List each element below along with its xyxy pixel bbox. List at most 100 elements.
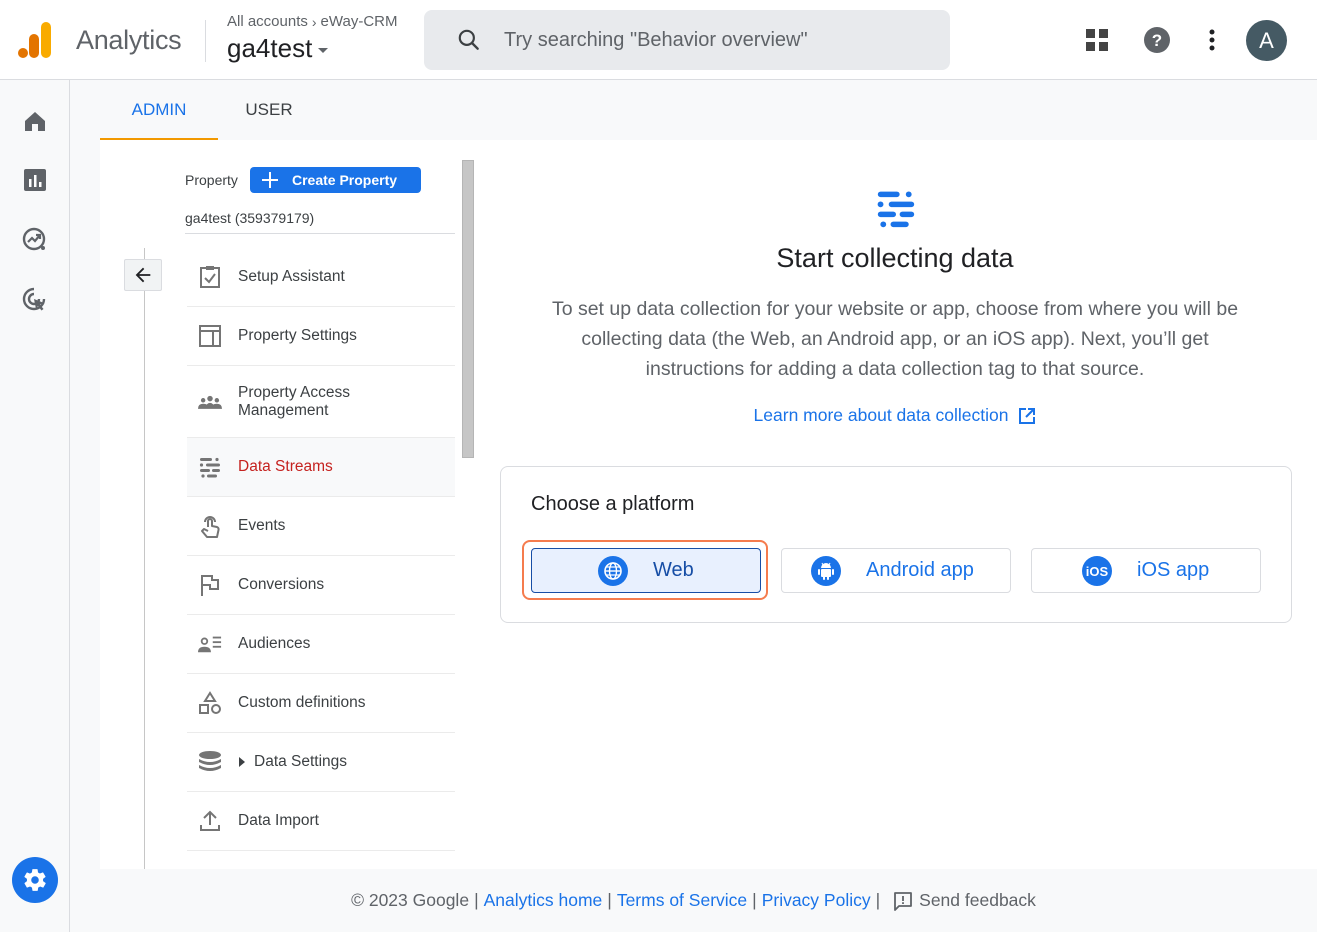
top-bar: Analytics All accounts › eWay-CRM ga4tes… — [0, 0, 1317, 80]
clipboard-check-icon — [198, 265, 222, 289]
platform-web-button[interactable]: Web — [522, 540, 768, 600]
breadcrumb-account[interactable]: eWay-CRM — [321, 13, 398, 30]
tab-admin[interactable]: ADMIN — [100, 80, 218, 140]
database-icon — [198, 750, 222, 774]
plus-icon — [262, 172, 278, 188]
search-icon — [458, 29, 479, 50]
people-icon — [198, 390, 222, 414]
caret-down-icon — [318, 48, 329, 53]
admin-tabs: ADMIN USER — [100, 80, 320, 140]
touch-icon — [198, 514, 222, 538]
footer: © 2023 Google | Analytics home | Terms o… — [0, 869, 1317, 932]
svg-text:iOS: iOS — [1086, 564, 1108, 578]
divider — [185, 233, 455, 234]
selected-property[interactable]: ga4test (359379179) — [185, 210, 314, 226]
learn-more-link[interactable]: Learn more about data collection — [500, 405, 1290, 426]
menu-item-label: Data Streams — [238, 458, 333, 475]
shapes-icon — [198, 691, 222, 715]
privacy-policy-link[interactable]: Privacy Policy — [762, 890, 871, 911]
platform-ios-button[interactable]: iOS iOS app — [1031, 548, 1261, 593]
divider — [205, 20, 206, 62]
tab-user[interactable]: USER — [218, 80, 320, 140]
platform-label: Web — [653, 559, 694, 581]
menu-scrollbar[interactable] — [462, 160, 474, 458]
data-streams-icon — [198, 455, 222, 479]
globe-icon — [598, 555, 628, 586]
menu-item-label: Property Access Management — [238, 383, 350, 419]
menu-item-property-access-management[interactable]: Property Access Management — [187, 366, 455, 438]
help-icon[interactable]: ? — [1141, 24, 1173, 56]
menu-item-label: Audiences — [238, 635, 311, 652]
property-selector[interactable]: ga4test — [227, 33, 329, 64]
menu-item-property-settings[interactable]: Property Settings — [187, 307, 455, 366]
admin-panel: Property Create Property ga4test (359379… — [100, 140, 1317, 869]
separator: | — [474, 890, 479, 910]
expand-triangle-icon[interactable] — [239, 757, 245, 767]
upload-icon — [198, 809, 222, 833]
open-in-new-icon — [1019, 407, 1036, 424]
left-nav-rail — [0, 80, 70, 932]
separator: | — [607, 890, 612, 910]
platform-label: Android app — [866, 559, 974, 581]
feedback-icon — [894, 891, 913, 911]
app-name: Analytics — [76, 25, 182, 55]
menu-item-label: Events — [238, 517, 286, 534]
menu-item-label: Data Settings — [254, 753, 348, 770]
explore-icon[interactable] — [20, 225, 50, 255]
search-placeholder[interactable]: Try searching "Behavior overview" — [504, 29, 808, 52]
ios-icon: iOS — [1082, 555, 1112, 586]
menu-item-data-import[interactable]: Data Import — [187, 792, 455, 851]
copyright: © 2023 Google — [351, 890, 470, 910]
menu-item-data-streams[interactable]: Data Streams — [187, 438, 455, 497]
back-button[interactable] — [124, 259, 162, 291]
page-title: Start collecting data — [776, 243, 1014, 273]
create-property-label: Create Property — [292, 172, 398, 188]
learn-more-label: Learn more about data collection — [753, 405, 1009, 425]
breadcrumb-parent[interactable]: All accounts — [227, 13, 308, 30]
search-bar[interactable]: Try searching "Behavior overview" — [424, 10, 950, 70]
more-vert-icon[interactable] — [1196, 24, 1228, 56]
arrow-back-icon — [135, 267, 151, 283]
property-label: Property — [185, 172, 238, 188]
analytics-logo-icon[interactable] — [18, 22, 52, 58]
property-settings-icon — [198, 324, 222, 348]
terms-of-service-link[interactable]: Terms of Service — [617, 890, 747, 911]
menu-item-label: Setup Assistant — [238, 268, 345, 285]
home-icon[interactable] — [20, 106, 50, 136]
send-feedback-label: Send feedback — [919, 890, 1036, 910]
menu-item-label: Conversions — [238, 576, 325, 593]
flag-icon — [198, 573, 222, 597]
breadcrumb[interactable]: All accounts › eWay-CRM — [227, 13, 398, 30]
data-streams-icon — [877, 191, 915, 228]
avatar[interactable]: A — [1246, 20, 1287, 61]
menu-item-label: Data Import — [238, 812, 319, 829]
analytics-home-link[interactable]: Analytics home — [484, 890, 603, 911]
separator: | — [752, 890, 757, 910]
chevron-right-icon: › — [311, 13, 317, 30]
menu-item-audiences[interactable]: Audiences — [187, 615, 455, 674]
apps-grid-icon[interactable] — [1081, 24, 1113, 56]
audience-icon — [198, 632, 222, 656]
svg-text:?: ? — [1152, 31, 1162, 50]
menu-item-conversions[interactable]: Conversions — [187, 556, 455, 615]
send-feedback-button[interactable]: Send feedback — [893, 890, 1036, 911]
menu-item-setup-assistant[interactable]: Setup Assistant — [187, 248, 455, 307]
menu-item-events[interactable]: Events — [187, 497, 455, 556]
page-description: To set up data collection for your websi… — [551, 298, 1239, 380]
choose-platform-card: Choose a platform Web Android app iOS iO… — [500, 466, 1292, 623]
column-divider — [144, 248, 145, 869]
menu-item-label: Property Settings — [238, 327, 357, 344]
separator: | — [875, 890, 881, 910]
create-property-button[interactable]: Create Property — [250, 167, 421, 193]
reports-icon[interactable] — [20, 165, 50, 195]
property-name: ga4test — [227, 33, 313, 63]
property-menu: Setup Assistant Property Settings Proper… — [187, 248, 455, 851]
android-icon — [811, 555, 841, 586]
platform-label: iOS app — [1137, 559, 1210, 581]
platform-title: Choose a platform — [531, 493, 695, 515]
menu-item-data-settings[interactable]: Data Settings — [187, 733, 455, 792]
menu-item-custom-definitions[interactable]: Custom definitions — [187, 674, 455, 733]
advertising-icon[interactable] — [20, 285, 50, 315]
menu-item-label: Custom definitions — [238, 694, 366, 711]
platform-android-button[interactable]: Android app — [781, 548, 1011, 593]
